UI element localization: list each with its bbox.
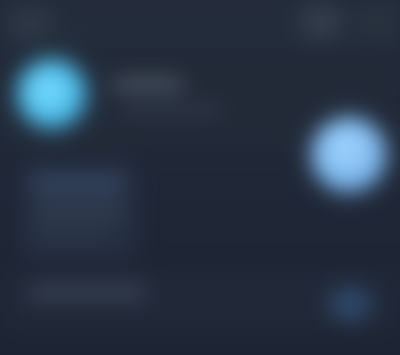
panel-line [36, 228, 104, 240]
avatar[interactable] [18, 60, 86, 128]
profile-subtitle-placeholder [120, 104, 222, 116]
back-button[interactable] [8, 6, 52, 40]
profile-name-placeholder [112, 76, 184, 92]
action-button[interactable] [300, 4, 342, 40]
footer-action-button[interactable] [328, 286, 372, 322]
menu-button[interactable] [356, 2, 400, 42]
panel-highlight [32, 172, 124, 196]
blurred-app-screen [0, 0, 400, 355]
panel-line [36, 206, 124, 218]
status-indicator [312, 118, 386, 192]
blur-overlay [0, 0, 400, 355]
footer-label-placeholder [28, 282, 146, 302]
